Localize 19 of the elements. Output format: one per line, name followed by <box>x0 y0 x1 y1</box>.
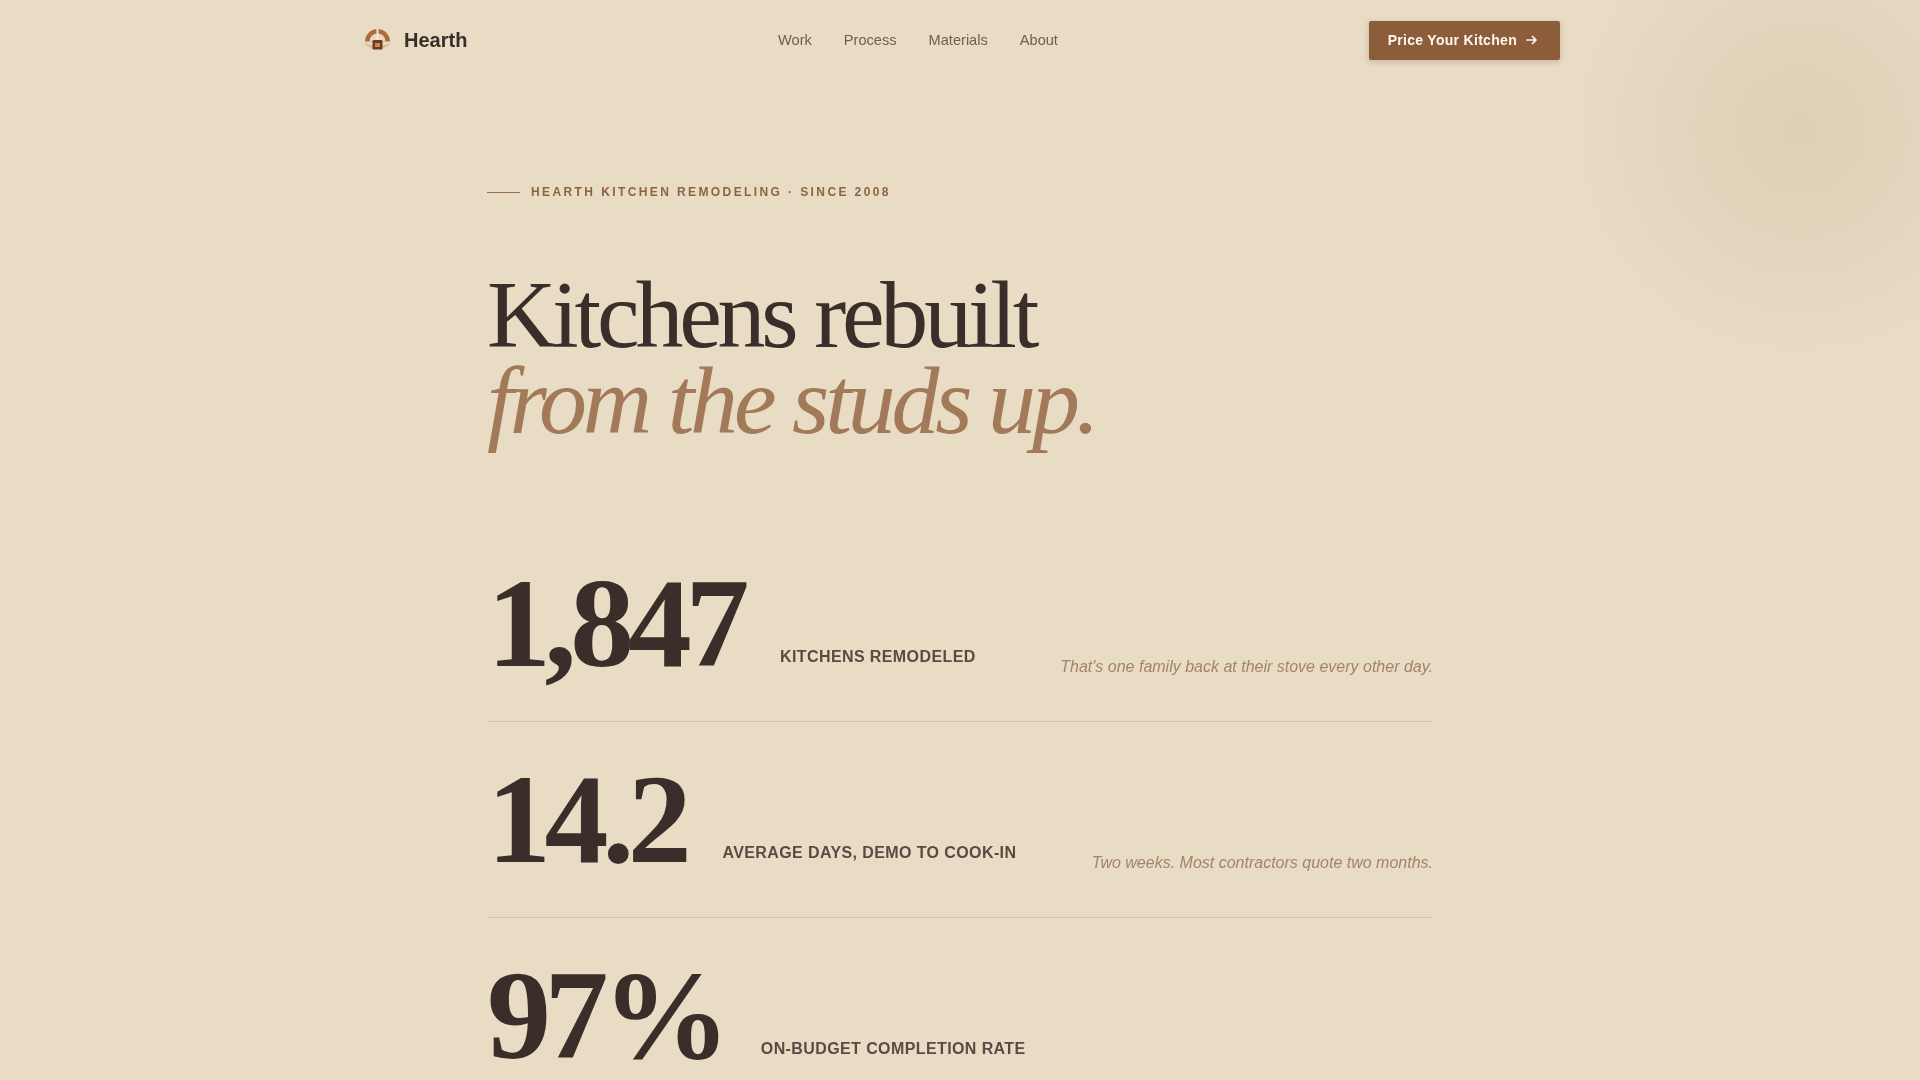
stat-value: 97% <box>487 950 725 1079</box>
stat-label: KITCHENS REMODELED <box>780 646 976 666</box>
stat-value: 1,847 <box>487 558 745 687</box>
stat-label: ON-BUDGET COMPLETION RATE <box>760 1038 1026 1058</box>
stat-label: AVERAGE DAYS, DEMO TO COOK-IN <box>722 842 1017 862</box>
nav-link[interactable]: About <box>1019 32 1058 48</box>
headline-accent: from the studs up. <box>486 358 1097 457</box>
stove-emblem-icon <box>363 28 392 52</box>
nav-link[interactable]: Work <box>778 32 812 48</box>
headline: Kitchens rebuilt <box>487 272 1036 359</box>
stat-note: Two weeks. Most contractors quote two months. <box>1091 852 1433 872</box>
stat-note: That's one family back at their stove every other day. <box>1060 656 1433 676</box>
brand-link[interactable]: Hearth <box>363 28 468 52</box>
stat-value: 14.2 <box>487 754 687 883</box>
arrow-right-icon <box>1526 34 1538 46</box>
eyebrow-text: HEARTH KITCHEN REMODELING · SINCE 2008 <box>531 184 891 200</box>
nav-link[interactable]: Process <box>843 32 897 48</box>
price-kitchen-button[interactable]: Price Your Kitchen <box>1368 20 1560 60</box>
nav-link[interactable]: Materials <box>928 32 988 48</box>
